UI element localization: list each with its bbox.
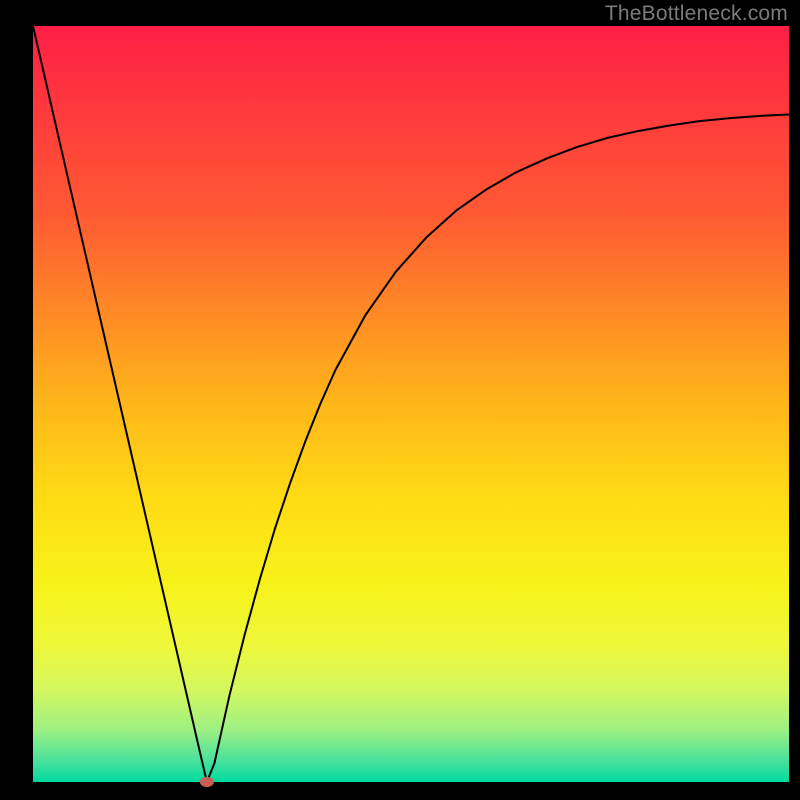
bottleneck-chart [0, 0, 800, 800]
minimum-marker [200, 777, 214, 787]
watermark-text: TheBottleneck.com [605, 2, 788, 26]
plot-background [33, 26, 789, 782]
chart-stage: TheBottleneck.com [0, 0, 800, 800]
